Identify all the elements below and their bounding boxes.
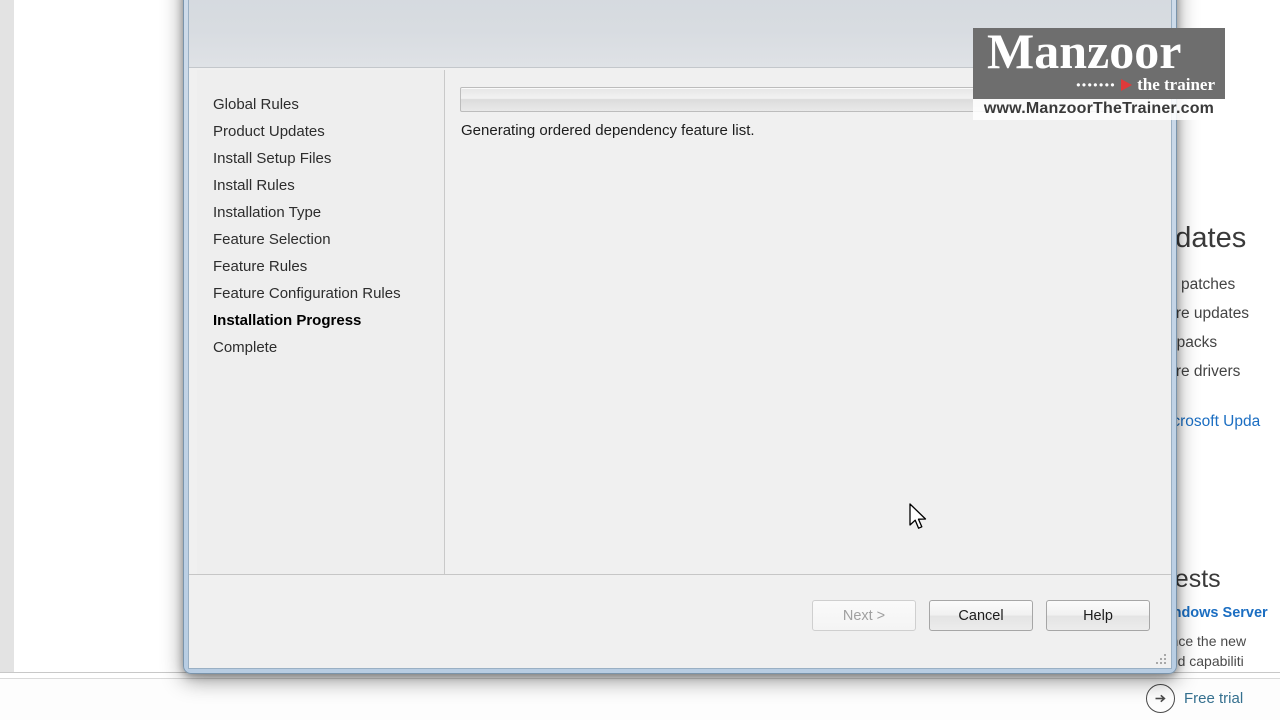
screen: updates rity patches ware updates ce pac… (0, 0, 1280, 720)
watermark-box: Manzoor ••••••• the trainer (973, 23, 1225, 99)
watermark-tagline-group: ••••••• the trainer (1076, 76, 1215, 93)
sidebar-item-feature-selection[interactable]: Feature Selection (197, 226, 444, 253)
watermark-tagline: the trainer (1137, 75, 1215, 94)
sidebar-item-install-rules[interactable]: Install Rules (197, 172, 444, 199)
sidebar-item-install-setup-files[interactable]: Install Setup Files (197, 145, 444, 172)
watermark: Manzoor ••••••• the trainer www.ManzoorT… (973, 23, 1225, 120)
play-triangle-icon (1121, 78, 1133, 91)
help-button[interactable]: Help (1046, 600, 1150, 631)
arrow-right-circle-icon (1146, 684, 1175, 713)
resize-grip[interactable] (1152, 650, 1166, 664)
cancel-button[interactable]: Cancel (929, 600, 1033, 631)
sidebar-item-feature-rules[interactable]: Feature Rules (197, 253, 444, 280)
watermark-name: Manzoor (987, 23, 1182, 79)
next-button[interactable]: Next > (812, 600, 916, 631)
sidebar-item-product-updates[interactable]: Product Updates (197, 118, 444, 145)
background-left-strip (0, 0, 14, 672)
sidebar-item-global-rules[interactable]: Global Rules (197, 91, 444, 118)
sidebar-item-installation-type[interactable]: Installation Type (197, 199, 444, 226)
watermark-dots: ••••••• (1076, 77, 1117, 92)
sidebar-item-installation-progress[interactable]: Installation Progress (197, 307, 444, 334)
watermark-url: www.ManzoorTheTrainer.com (973, 99, 1225, 120)
dialog-body: Global Rules Product Updates Install Set… (189, 68, 1171, 668)
wizard-steps-nav: Global Rules Product Updates Install Set… (197, 70, 445, 575)
background-bottom-band-inner (0, 678, 1280, 720)
content-pane: Generating ordered dependency feature li… (445, 70, 1163, 575)
sidebar-item-complete[interactable]: Complete (197, 334, 444, 361)
progress-status-text: Generating ordered dependency feature li… (461, 122, 755, 139)
dialog-footer: Next > Cancel Help (189, 574, 1171, 668)
nav-top-spacer (197, 70, 444, 91)
dialog-button-row: Next > Cancel Help (812, 600, 1150, 631)
sidebar-item-feature-configuration-rules[interactable]: Feature Configuration Rules (197, 280, 444, 307)
free-trial-label: Free trial (1184, 690, 1244, 707)
free-trial-link[interactable]: Free trial (1146, 684, 1243, 713)
